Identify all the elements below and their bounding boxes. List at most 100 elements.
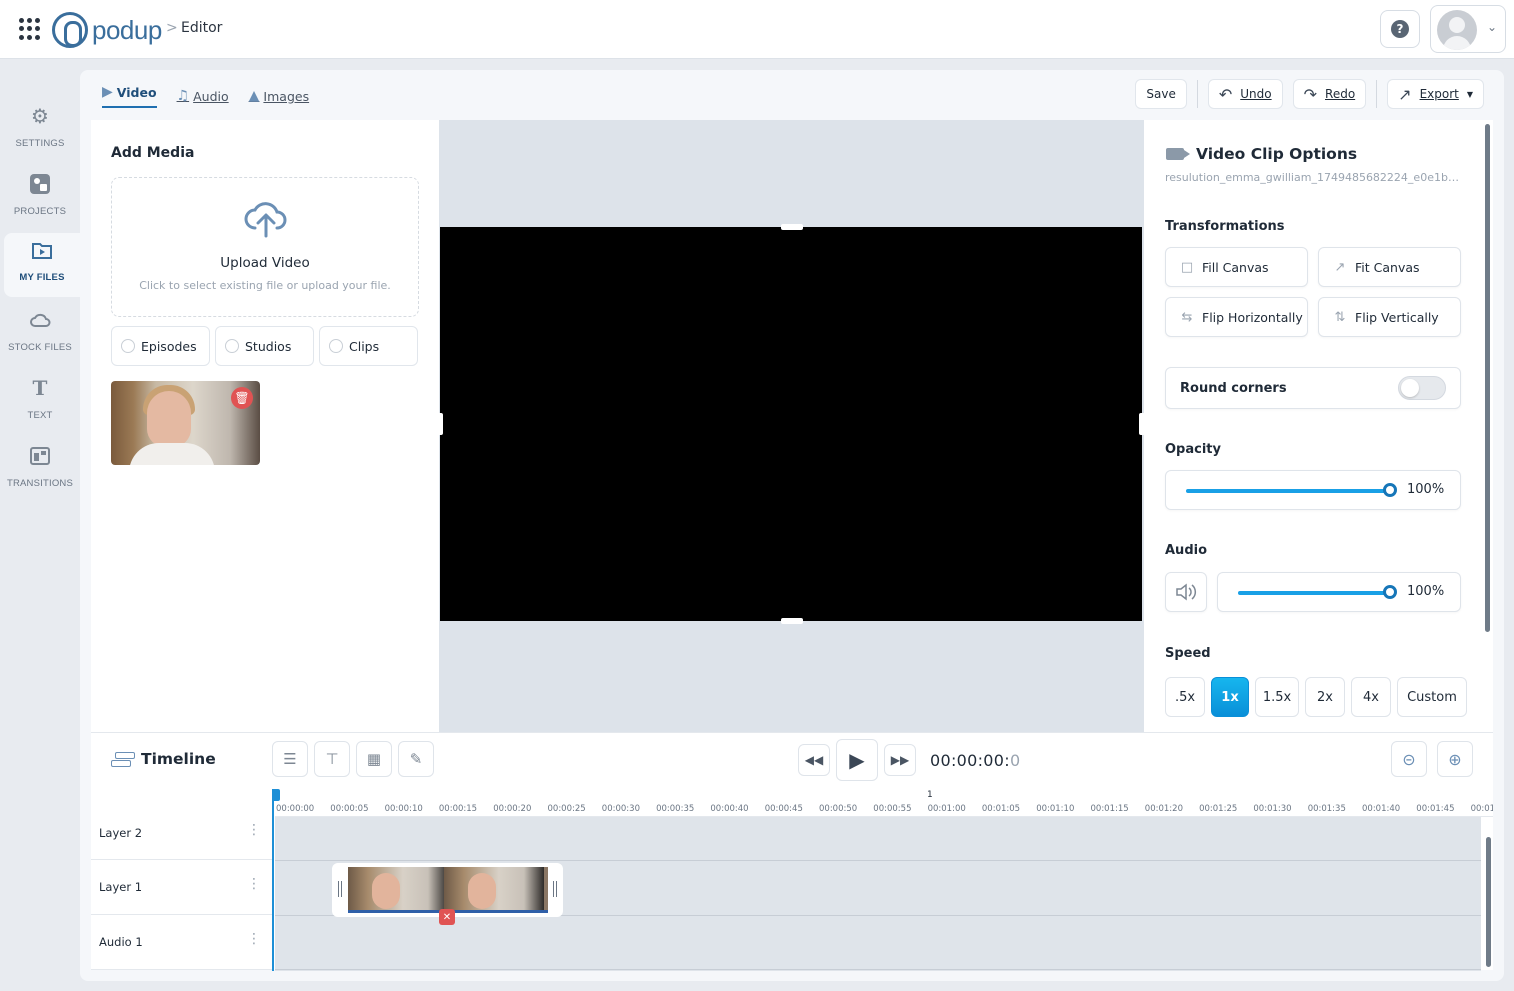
save-label: Save [1146, 87, 1176, 101]
remove-clip-button[interactable]: ✕ [439, 909, 455, 925]
trash-icon: 🗑 [234, 391, 250, 405]
speed-custom-button[interactable]: Custom [1397, 677, 1467, 717]
apps-grid-icon[interactable] [19, 18, 41, 40]
ruler-tick-label: 00:00:35 [656, 804, 695, 814]
transitions-icon [30, 447, 50, 465]
layer-row-audio-1[interactable]: Audio 1 ⋮ [91, 915, 273, 970]
ruler-tick-label: 00:00:45 [764, 804, 803, 814]
ruler-tick-label: 00:00:55 [873, 804, 912, 814]
audio-slider-track[interactable] [1238, 591, 1390, 595]
breadcrumb-editor[interactable]: Editor [181, 20, 222, 36]
ruler-tick-label: 00:00:15 [438, 804, 478, 814]
ruler-tick-label: 00:00:10 [384, 804, 423, 814]
tab-label: Video [116, 84, 157, 100]
sidebar-item-text[interactable]: T TEXT [4, 371, 76, 433]
sidebar-item-projects[interactable]: PROJECTS [4, 167, 76, 229]
tab-video[interactable]: ▶ Video [102, 84, 157, 108]
filter-episodes[interactable]: Episodes [111, 326, 210, 366]
sidebar-item-my-files[interactable]: MY FILES [4, 233, 80, 297]
speed-1x-button[interactable]: 1x [1211, 677, 1249, 717]
clip-trim-handle-left[interactable] [338, 881, 342, 897]
trim-clip-button[interactable]: ▦ [356, 741, 392, 777]
flip-vertical-button[interactable]: ⇅ Flip Vertically [1318, 297, 1461, 337]
zoom-controls: ⊝ ⊕ [1391, 741, 1473, 777]
profile-menu-button[interactable]: ⌄ [1430, 5, 1506, 53]
layers-icon: ☰ [283, 750, 297, 768]
split-clip-button[interactable]: ⊤ [314, 741, 350, 777]
kebab-menu-icon[interactable]: ⋮ [247, 877, 261, 891]
resize-handle-bottom[interactable] [781, 618, 803, 624]
sidebar-item-settings[interactable]: ⚙ SETTINGS [4, 99, 76, 161]
sidebar-item-stock-files[interactable]: STOCK FILES [4, 303, 76, 365]
redo-icon: ↷ [1303, 84, 1318, 104]
timeline-video-clip[interactable]: ✕ [332, 863, 563, 925]
speed-2x-button[interactable]: 2x [1305, 677, 1345, 717]
fast-forward-button[interactable]: ▶▶ [884, 744, 916, 776]
flip-horizontal-button[interactable]: ⇆ Flip Horizontally [1165, 297, 1308, 337]
speed-0-5x-button[interactable]: .5x [1165, 677, 1205, 717]
sidebar-item-label: TEXT [27, 410, 53, 421]
speed-1-5x-button[interactable]: 1.5x [1255, 677, 1299, 717]
clip-trim-handle-right[interactable] [553, 881, 557, 897]
speed-4x-button[interactable]: 4x [1351, 677, 1391, 717]
gear-icon: ⚙ [31, 104, 49, 128]
layer-row-layer-2[interactable]: Layer 2 ⋮ [91, 817, 273, 860]
zoom-out-button[interactable]: ⊝ [1391, 741, 1427, 777]
playhead[interactable] [272, 789, 274, 971]
ruler-tick-label: 00:01:5 [1470, 804, 1493, 814]
opacity-slider-handle[interactable] [1383, 483, 1397, 497]
rewind-button[interactable]: ◀◀ [798, 744, 830, 776]
edit-clip-button[interactable]: ✎ [398, 741, 434, 777]
podup-logo[interactable]: podup [52, 11, 162, 49]
layer-row-layer-1[interactable]: Layer 1 ⋮ [91, 860, 273, 915]
sidebar-item-transitions[interactable]: TRANSITIONS [4, 439, 76, 501]
timeline-ruler[interactable]: 1 00:00:00 00:00:05 00:00:10 00:00:15 00:00:… [275, 789, 1493, 817]
upload-title: Upload Video [220, 255, 310, 271]
clip-filename: resulution_emma_gwilliam_1749485682224_e… [1165, 171, 1465, 184]
sidebar-item-label: MY FILES [19, 272, 65, 283]
video-preview[interactable] [440, 227, 1142, 621]
opacity-slider-track[interactable] [1186, 489, 1390, 493]
timecode-display: 00:00:00:0 [930, 751, 1020, 770]
resize-handle-left[interactable] [437, 413, 443, 435]
chevron-down-icon: ⌄ [1487, 20, 1498, 34]
zoom-in-icon: ⊕ [1448, 749, 1462, 769]
help-button[interactable]: ? [1380, 10, 1420, 48]
save-button[interactable]: Save [1135, 79, 1187, 109]
mute-button[interactable] [1165, 572, 1207, 612]
upload-video-dropzone[interactable]: Upload Video Click to select existing fi… [111, 177, 419, 317]
fit-canvas-button[interactable]: ↗ Fit Canvas [1318, 247, 1461, 287]
play-button[interactable]: ▶ [836, 739, 878, 781]
resize-handle-top[interactable] [781, 224, 803, 230]
kebab-menu-icon[interactable]: ⋮ [247, 932, 261, 946]
folder-play-icon [32, 243, 52, 259]
round-corners-toggle[interactable] [1398, 376, 1446, 400]
split-icon: ⊤ [325, 750, 339, 768]
caret-down-icon: ▼ [1466, 89, 1473, 99]
redo-button[interactable]: ↷ Redo [1292, 79, 1367, 109]
editor-toolbar: Save ↶ Undo ↷ Redo ↗ Export ▼ [1135, 79, 1484, 109]
avatar [1437, 10, 1477, 50]
undo-button[interactable]: ↶ Undo [1207, 79, 1283, 109]
playhead-handle[interactable] [272, 789, 280, 801]
sidebar-item-label: TRANSITIONS [6, 478, 74, 489]
sidebar-item-label: PROJECTS [13, 206, 67, 217]
export-button[interactable]: ↗ Export ▼ [1387, 79, 1484, 109]
opacity-label: Opacity [1165, 442, 1221, 457]
filter-studios[interactable]: Studios [215, 326, 314, 366]
tab-images[interactable]: ▲ Images [249, 84, 309, 108]
zoom-in-button[interactable]: ⊕ [1437, 741, 1473, 777]
timeline-scrollbar[interactable] [1486, 837, 1491, 967]
projects-icon [30, 174, 50, 194]
fill-canvas-button[interactable]: □ Fill Canvas [1165, 247, 1308, 287]
audio-slider-handle[interactable] [1383, 585, 1397, 599]
timeline-title: Timeline [111, 750, 216, 768]
options-scrollbar[interactable] [1485, 124, 1490, 632]
add-layer-button[interactable]: ☰ [272, 741, 308, 777]
kebab-menu-icon[interactable]: ⋮ [247, 823, 261, 837]
filter-clips[interactable]: Clips [319, 326, 418, 366]
tab-audio[interactable]: ♫ Audio [177, 84, 229, 108]
media-thumbnail[interactable]: 🗑 [111, 381, 260, 465]
delete-media-button[interactable]: 🗑 [231, 387, 253, 409]
expand-arrows-icon: ↗ [1334, 259, 1346, 275]
